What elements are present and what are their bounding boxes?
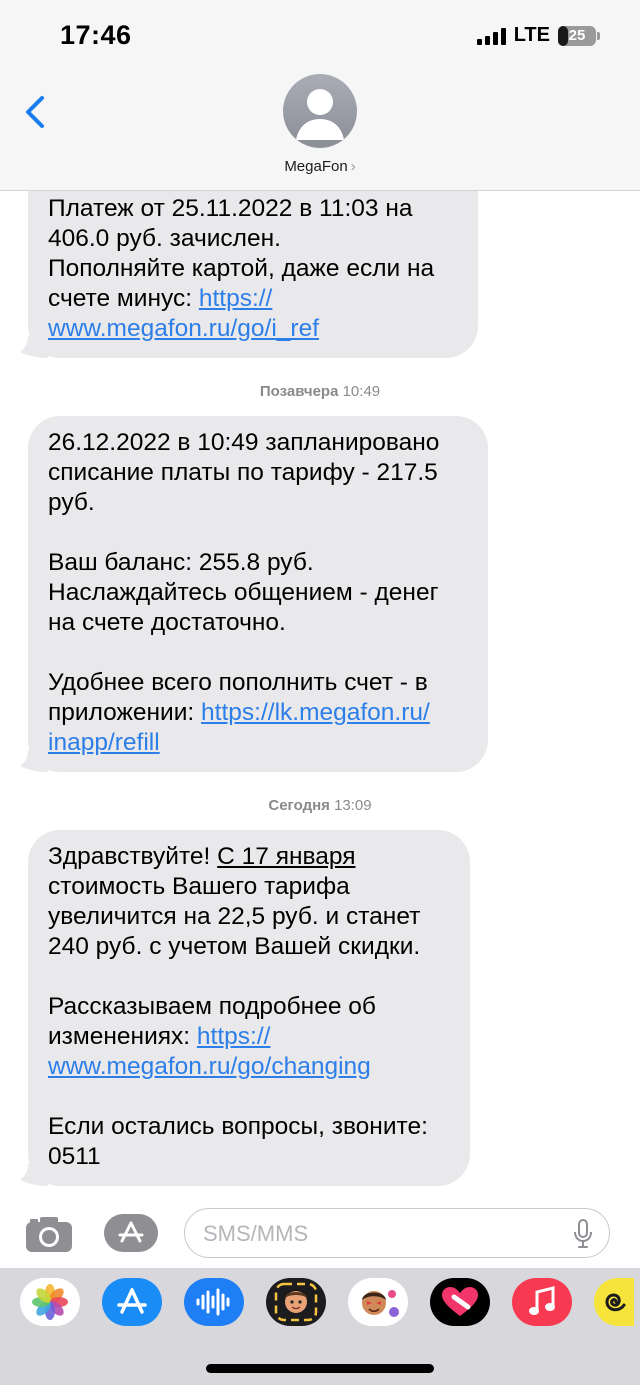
battery-icon: 25 xyxy=(558,25,600,46)
message-text-line: Пополняйте картой, даже если на xyxy=(48,255,435,282)
battery-level: 25 xyxy=(568,27,586,44)
cellular-signal-icon xyxy=(476,27,506,45)
contact-name-overlay[interactable]: MegaFon › xyxy=(0,158,640,175)
message-bubble[interactable]: 26.12.2022 в 10:49 запланировано списани… xyxy=(20,416,488,772)
app-store-app-icon xyxy=(117,1288,147,1314)
message-link[interactable]: https:// xyxy=(197,1023,271,1050)
message-text-line: Удобнее всего пополнить счет - в xyxy=(48,669,428,696)
message-text-line: изменениях: xyxy=(48,1023,197,1050)
memoji-stickers-app-icon xyxy=(362,1290,399,1317)
timestamp-time: 10:49 xyxy=(342,383,381,400)
imessage-app-drawer xyxy=(0,1268,640,1385)
photos-app-icon xyxy=(32,1284,68,1320)
audio-message-app-icon xyxy=(196,1288,230,1316)
home-indicator[interactable] xyxy=(206,1364,434,1373)
spiral-app-icon xyxy=(605,1293,626,1312)
contact-avatar-overlay[interactable] xyxy=(283,74,357,148)
message-link[interactable]: https:// xyxy=(199,285,273,312)
network-type: LTE xyxy=(513,24,550,46)
memoji-app-button[interactable] xyxy=(266,1278,326,1326)
camera-button[interactable] xyxy=(24,1214,74,1254)
camera-icon xyxy=(26,1217,72,1252)
message-text-line: стоимость Вашего тарифа xyxy=(48,873,350,900)
message-link[interactable]: www.megafon.ru/go/i_ref xyxy=(48,315,319,342)
dictation-button[interactable] xyxy=(573,1219,593,1249)
music-app-icon xyxy=(529,1286,555,1315)
message-link[interactable]: inapp/refill xyxy=(48,729,160,756)
status-indicators: LTE 25 xyxy=(476,24,600,47)
contact-name: MegaFon xyxy=(284,158,348,175)
message-link[interactable]: www.megafon.ru/go/changing xyxy=(48,1053,371,1080)
digital-touch-app-icon xyxy=(442,1287,478,1316)
message-text-line: руб. xyxy=(48,489,95,516)
message-text-line: Ваш баланс: 255.8 руб. xyxy=(48,549,314,576)
memoji-stickers-app-button[interactable] xyxy=(348,1278,408,1326)
bubble-tail xyxy=(20,336,48,358)
timestamp-day: Сегодня xyxy=(268,797,330,814)
apps-button[interactable] xyxy=(104,1214,158,1252)
app-store-app-button[interactable] xyxy=(102,1278,162,1326)
microphone-icon xyxy=(574,1219,592,1248)
message-text-line: приложении: xyxy=(48,699,202,726)
memoji-app-icon xyxy=(274,1282,318,1322)
timestamp: Позавчера 10:49 xyxy=(0,383,640,400)
message-text-line: Если остались вопросы, звоните: xyxy=(48,1113,428,1140)
phone-number-link[interactable]: 0511 xyxy=(48,1142,450,1172)
date-detector-link[interactable]: С 17 января xyxy=(217,843,355,870)
back-button-overlay[interactable] xyxy=(18,90,58,134)
music-app-button[interactable] xyxy=(512,1278,572,1326)
message-text-line: на счете достаточно. xyxy=(48,609,286,636)
chevron-left-icon xyxy=(26,96,44,128)
message-text-line: списание платы по тарифу - 217.5 xyxy=(48,459,438,486)
chevron-right-icon: › xyxy=(350,158,356,175)
message-text-line: Здравствуйте! xyxy=(48,843,218,870)
message-input-container[interactable] xyxy=(184,1208,610,1258)
timestamp: Сегодня 13:09 xyxy=(0,797,640,814)
photos-app-button[interactable] xyxy=(20,1278,80,1326)
message-text-line: увеличится на 22,5 руб. и станет xyxy=(48,903,421,930)
status-time: 17:46 xyxy=(60,20,132,50)
message-bubble[interactable]: Здравствуйте! С 17 января стоимость Ваше… xyxy=(20,830,470,1186)
bubble-tail xyxy=(20,1164,48,1186)
bubble-tail xyxy=(20,750,48,772)
message-text-line: 26.12.2022 в 10:49 запланировано xyxy=(48,429,440,456)
message-text-line: Платеж от 25.11.2022 в 11:03 на xyxy=(48,195,413,222)
status-bar: 17:46 LTE 25 xyxy=(0,0,640,70)
spiral-app-button[interactable] xyxy=(594,1278,634,1326)
message-input[interactable] xyxy=(203,1219,543,1249)
timestamp-time: 13:09 xyxy=(334,797,372,814)
message-text-line: счете минус: xyxy=(48,285,199,312)
message-bubble[interactable]: Платеж от 25.11.2022 в 11:03 на 406.0 ру… xyxy=(20,178,478,358)
timestamp-day: Позавчера xyxy=(259,383,339,400)
digital-touch-app-button[interactable] xyxy=(430,1278,490,1326)
message-text-line: 240 руб. с учетом Вашей скидки. xyxy=(48,933,421,960)
compose-bar xyxy=(0,1198,640,1268)
message-text-line: Наслаждайтесь общением - денег xyxy=(48,579,439,606)
person-icon xyxy=(296,89,344,140)
app-store-icon xyxy=(118,1221,144,1243)
message-link[interactable]: https://lk.megafon.ru/ xyxy=(201,699,430,726)
message-text-line: Рассказываем подробнее об xyxy=(48,993,376,1020)
message-text-line: 406.0 руб. зачислен. xyxy=(48,225,281,252)
audio-message-app-button[interactable] xyxy=(184,1278,244,1326)
